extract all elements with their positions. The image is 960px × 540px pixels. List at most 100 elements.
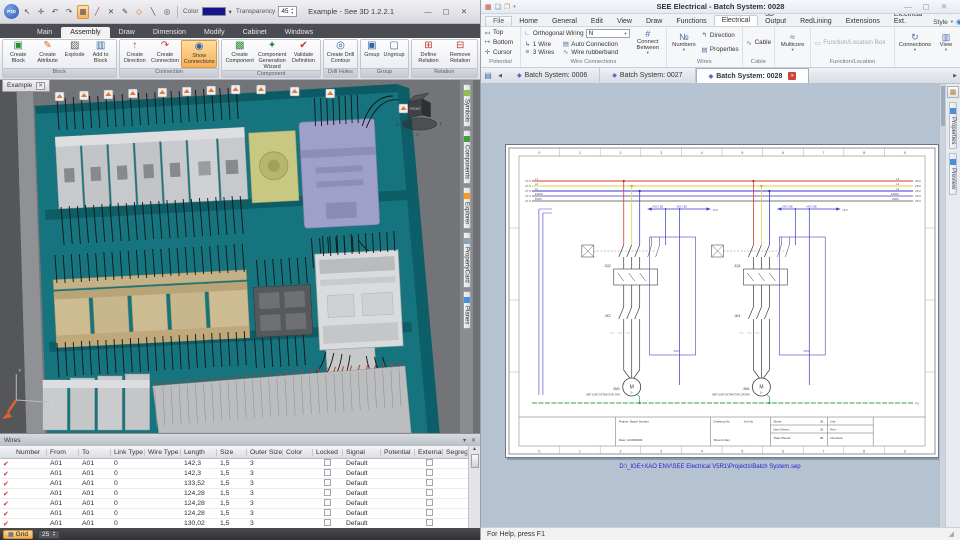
connections-button[interactable]: ↻ Connections ▾ — [897, 28, 933, 57]
external-checkbox[interactable] — [426, 519, 433, 526]
doc-tab-close-icon[interactable]: ✕ — [36, 81, 45, 90]
measure-icon[interactable]: ╲ — [147, 5, 159, 19]
toolbox-icon[interactable]: ▦ — [947, 86, 959, 98]
external-checkbox[interactable] — [426, 459, 433, 466]
create-attribute-button[interactable]: ✎ Create Attribute — [32, 40, 62, 68]
pages-icon[interactable]: ▤ — [481, 68, 495, 83]
sidebar-tab-preview[interactable]: Preview — [949, 153, 957, 195]
external-checkbox[interactable] — [426, 499, 433, 506]
sidebar-tab-propertycard[interactable]: PropertyCard — [462, 232, 471, 289]
potential-cursor-button[interactable]: ✛ Cursor — [483, 48, 518, 57]
help-icon[interactable]: ◉ — [956, 18, 960, 26]
tab-cabinet[interactable]: Cabinet — [234, 27, 276, 38]
doc-tab-0006[interactable]: ◆ Batch System: 0006 — [505, 68, 601, 83]
viewport-doc-tab[interactable]: Example ✕ — [2, 80, 50, 92]
col-from[interactable]: From — [47, 448, 79, 456]
wire-rubberband-button[interactable]: ∿ Wire rubberband — [561, 48, 619, 57]
tab-dimension[interactable]: Dimension — [144, 27, 195, 38]
numbers-button[interactable]: № Numbers ▾ — [669, 28, 699, 57]
explode-button[interactable]: ▨ Explode — [63, 40, 87, 68]
locked-checkbox[interactable] — [324, 499, 331, 506]
table-row[interactable]: ✔ A01 A01 0 124,28 1,5 3 Default — [0, 499, 468, 509]
scrollbar-thumb[interactable] — [470, 454, 479, 468]
viewport-3d[interactable]: Example ✕ FRONT N S E Y X — [0, 80, 460, 433]
close-button[interactable]: ✕ — [458, 7, 470, 16]
table-row[interactable]: ✔ A01 A01 0 124,28 1,5 3 Default — [0, 509, 468, 519]
tab-general[interactable]: General — [545, 17, 584, 26]
external-checkbox[interactable] — [426, 469, 433, 476]
ungroup-button[interactable]: ▢ Ungroup — [382, 40, 407, 68]
sidebar-tab-planes[interactable]: Planes — [462, 291, 471, 330]
col-outer-size[interactable]: Outer Size — [247, 448, 283, 456]
remove-relation-button[interactable]: ⊟ Remove Relation — [444, 40, 476, 68]
select-icon[interactable]: ↖ — [21, 5, 33, 19]
group-button[interactable]: ▣ Group — [362, 40, 381, 68]
tab-edit[interactable]: Edit — [584, 17, 610, 26]
tab-view[interactable]: View — [610, 17, 639, 26]
component-generation-wizard-button[interactable]: ✦ Component Generation Wizard — [256, 40, 288, 71]
tab-assembly[interactable]: Assembly — [61, 27, 110, 38]
table-row[interactable]: ✔ A01 A01 0 142,3 1,5 3 Default — [0, 469, 468, 479]
spinner-arrows-icon[interactable]: ▲ ▼ — [52, 530, 55, 538]
wires-table[interactable]: Number From To Link Type Wire Type Lengt… — [0, 446, 468, 528]
locked-checkbox[interactable] — [324, 479, 331, 486]
style-dropdown[interactable]: Style — [933, 19, 947, 26]
undo-icon[interactable]: ↶ — [49, 5, 61, 19]
sidebar-tab-explorer[interactable]: Explorer — [462, 187, 471, 230]
create-direction-button[interactable]: ↑ Create Direction — [121, 40, 150, 68]
col-size[interactable]: Size — [217, 448, 247, 456]
show-connections-button[interactable]: ◉ Show Connections — [180, 40, 218, 68]
sidebar-tab-properties[interactable]: Properties — [949, 102, 957, 150]
redo-icon[interactable]: ↷ — [63, 5, 75, 19]
locked-checkbox[interactable] — [324, 459, 331, 466]
properties-button[interactable]: ▤ Properties — [700, 46, 740, 54]
table-row[interactable]: ✔ A01 A01 0 130,02 1,5 3 Default — [0, 519, 468, 528]
col-signal[interactable]: Signal — [343, 448, 381, 456]
orthogonal-combobox[interactable]: N ▾ — [585, 29, 630, 38]
tab-scroll-right-icon[interactable]: ▶ — [950, 68, 960, 83]
col-number[interactable]: Number — [13, 448, 47, 456]
cable-button[interactable]: ∿ Cable — [745, 39, 772, 47]
scroll-up-icon[interactable]: ▲ — [472, 446, 477, 452]
external-checkbox[interactable] — [426, 479, 433, 486]
col-external[interactable]: External — [415, 448, 443, 456]
multicore-button[interactable]: ≈ Multicore ▾ — [777, 28, 808, 57]
view-button[interactable]: ▥ View ▾ — [934, 28, 958, 57]
pen-icon[interactable]: ✎ — [119, 5, 131, 19]
locked-checkbox[interactable] — [324, 509, 331, 516]
col-wire-type[interactable]: Wire Type — [145, 448, 181, 456]
tab-main[interactable]: Main — [28, 27, 61, 38]
delete-icon[interactable]: ✕ — [105, 5, 117, 19]
compass-icon[interactable]: ◎ — [161, 5, 173, 19]
move-icon[interactable]: ✛ — [35, 5, 47, 19]
tab-redlining[interactable]: RedLining — [793, 17, 839, 26]
doc-tab-0027[interactable]: ◆ Batch System: 0027 — [600, 68, 696, 83]
tab-draw[interactable]: Draw — [110, 27, 144, 38]
table-row[interactable]: ✔ A01 A01 0 124,28 1,5 3 Default — [0, 489, 468, 499]
pin-icon[interactable]: ▾ — [463, 437, 466, 444]
locked-checkbox[interactable] — [324, 519, 331, 526]
close-button[interactable]: ✕ — [938, 2, 950, 11]
sidebar-tab-symbols[interactable]: Symbols — [462, 84, 471, 128]
create-drill-contour-button[interactable]: ◎ Create Drill Contour — [325, 40, 357, 68]
create-block-button[interactable]: ▣ Create Block — [4, 40, 32, 68]
col-to[interactable]: To — [79, 448, 111, 456]
col-locked[interactable]: Locked — [313, 448, 343, 456]
snap-point-icon[interactable]: ◇ — [133, 5, 145, 19]
add-to-block-button[interactable]: ▥ Add to Block — [87, 40, 115, 68]
maximize-button[interactable]: ▢ — [920, 2, 932, 11]
function-location-box-button[interactable]: ▭ Function/Location Box — [813, 39, 886, 47]
table-row[interactable]: ✔ A01 A01 0 133,52 1,5 3 Default — [0, 479, 468, 489]
tab-scroll-left-icon[interactable]: ◀ — [495, 68, 505, 83]
col-color[interactable]: Color — [283, 448, 313, 456]
external-checkbox[interactable] — [426, 489, 433, 496]
color-dropdown-icon[interactable]: ▾ — [229, 8, 232, 16]
tab-modify[interactable]: Modify — [195, 27, 234, 38]
schematic-canvas[interactable]: 0123456789 0123456789 27.0 27.0 27.0 27.… — [481, 84, 939, 527]
create-component-button[interactable]: ▩ Create Component — [223, 40, 255, 70]
minimize-button[interactable]: — — [422, 7, 434, 16]
doc-tab-0028[interactable]: ◆ Batch System: 0028 ✕ — [695, 68, 810, 83]
auto-connection-button[interactable]: ▤ Auto Connection — [561, 40, 619, 49]
spinner-arrows-icon[interactable]: ▲ ▼ — [291, 7, 294, 15]
close-tab-icon[interactable]: ✕ — [788, 72, 797, 80]
